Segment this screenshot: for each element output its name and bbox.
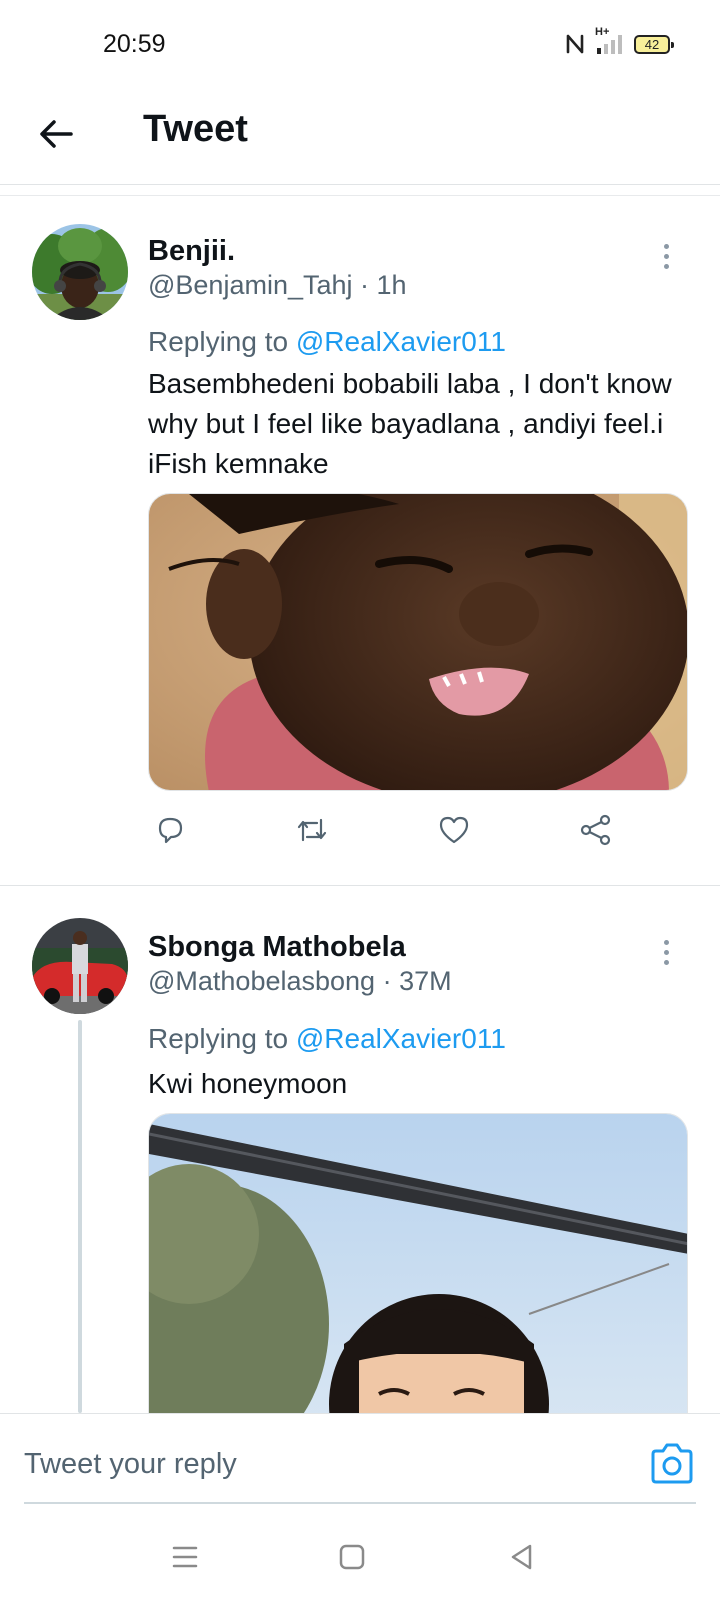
more-options-button[interactable] bbox=[654, 932, 678, 972]
handle-line: @Mathobelasbong · 37M bbox=[148, 966, 452, 997]
handle[interactable]: @Mathobelasbong bbox=[148, 966, 375, 996]
avatar[interactable] bbox=[32, 224, 128, 320]
signal-icon: H+ bbox=[595, 26, 622, 54]
replying-to: Replying to @RealXavier011 bbox=[148, 1023, 506, 1055]
reply-input[interactable]: Tweet your reply bbox=[24, 1436, 604, 1492]
reply-icon bbox=[158, 817, 183, 844]
system-nav-bar bbox=[0, 1513, 720, 1600]
tweet-text: Basembhedeni bobabili laba , I don't kno… bbox=[148, 368, 672, 479]
tweet-image[interactable] bbox=[148, 493, 688, 791]
display-name[interactable]: Sbonga Mathobela bbox=[148, 931, 406, 964]
tweet-image[interactable] bbox=[148, 1113, 688, 1433]
header: Tweet bbox=[0, 90, 720, 185]
handle[interactable]: @Benjamin_Tahj bbox=[148, 270, 353, 300]
mention-link[interactable]: @RealXavier011 bbox=[296, 1023, 506, 1054]
battery-icon: 42 bbox=[634, 34, 674, 54]
timestamp: 1h bbox=[376, 270, 407, 300]
camera-icon bbox=[651, 1443, 693, 1484]
reply-button[interactable] bbox=[148, 808, 192, 852]
separator: · bbox=[352, 270, 377, 300]
retweet-icon bbox=[297, 818, 327, 842]
retweet-button[interactable] bbox=[290, 808, 334, 852]
camera-button[interactable] bbox=[648, 1442, 696, 1486]
back-arrow-icon bbox=[40, 120, 73, 148]
separator: · bbox=[375, 966, 400, 996]
reply-underline bbox=[24, 1502, 696, 1504]
handle-line: @Benjamin_Tahj · 1h bbox=[148, 270, 407, 301]
home-icon bbox=[339, 1544, 365, 1570]
reply-composer: Tweet your reply bbox=[0, 1413, 720, 1513]
thread-line bbox=[78, 1020, 82, 1413]
tweet-text: Kwi honeymoon bbox=[148, 1068, 348, 1099]
more-options-button[interactable] bbox=[654, 236, 678, 276]
replying-prefix: Replying to bbox=[148, 1023, 296, 1054]
system-back-button[interactable] bbox=[502, 1537, 542, 1577]
share-button[interactable] bbox=[574, 808, 618, 852]
menu-button[interactable] bbox=[165, 1537, 205, 1577]
divider bbox=[0, 195, 720, 196]
timestamp: 37M bbox=[399, 966, 452, 996]
status-bar: 20:59 H+ 42 bbox=[0, 0, 720, 90]
back-button[interactable] bbox=[28, 106, 84, 162]
network-type: H+ bbox=[595, 26, 610, 38]
status-time: 20:59 bbox=[103, 30, 166, 58]
replying-to: Replying to @RealXavier011 bbox=[148, 326, 506, 358]
battery-level: 42 bbox=[644, 36, 660, 52]
avatar[interactable] bbox=[32, 918, 128, 1014]
menu-icon bbox=[172, 1546, 198, 1568]
page-title: Tweet bbox=[143, 108, 248, 150]
nfc-icon bbox=[566, 34, 584, 54]
replying-prefix: Replying to bbox=[148, 326, 296, 357]
tweet-actions bbox=[148, 808, 618, 852]
share-icon bbox=[580, 814, 611, 846]
back-icon bbox=[511, 1544, 532, 1570]
status-icons: H+ 42 bbox=[565, 26, 674, 55]
like-icon bbox=[439, 816, 469, 844]
mention-link[interactable]: @RealXavier011 bbox=[296, 326, 506, 357]
tweet-separator bbox=[0, 885, 720, 886]
home-button[interactable] bbox=[332, 1537, 372, 1577]
display-name[interactable]: Benjii. bbox=[148, 235, 235, 268]
like-button[interactable] bbox=[432, 808, 476, 852]
